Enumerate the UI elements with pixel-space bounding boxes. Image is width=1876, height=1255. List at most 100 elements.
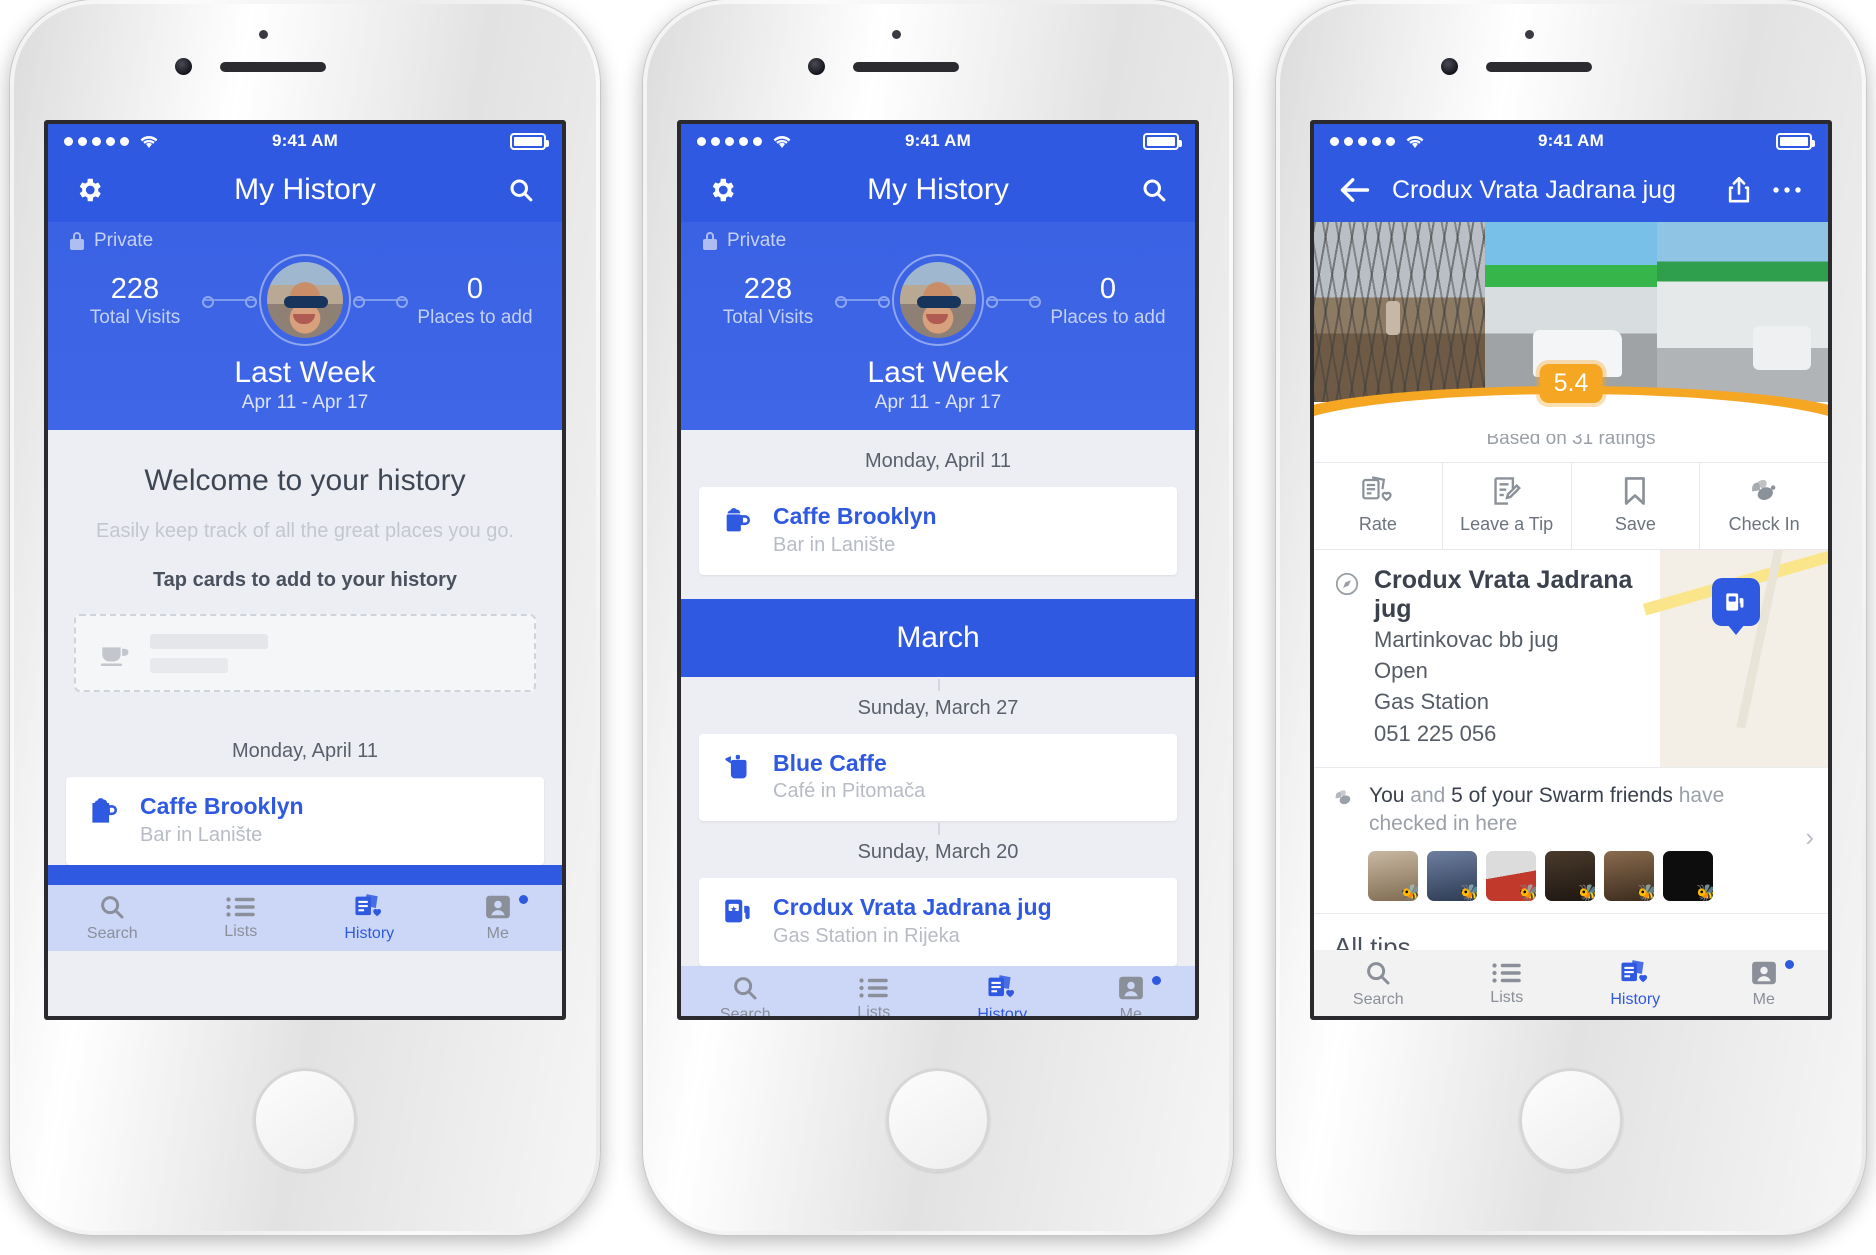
day-label: Sunday, March 27 bbox=[681, 677, 1195, 734]
back-arrow-icon[interactable] bbox=[1334, 169, 1376, 211]
friend-avatar[interactable]: 🐝 bbox=[1427, 850, 1477, 901]
history-card[interactable]: Blue Caffe Café in Pitomača bbox=[699, 733, 1177, 822]
history-card[interactable]: Caffe Brooklyn Bar in Lanište bbox=[699, 487, 1177, 575]
person-card-icon bbox=[1118, 977, 1143, 1000]
tab-lists[interactable]: Lists bbox=[810, 966, 939, 1016]
friend-avatar[interactable]: 🐝 bbox=[1604, 850, 1654, 901]
profile-stats-header: Private 228 Total Visits 0 Places to add… bbox=[681, 222, 1195, 430]
page-title: My History bbox=[867, 173, 1009, 206]
tab-history[interactable]: History bbox=[1571, 950, 1700, 1016]
person-card-icon bbox=[1751, 961, 1776, 984]
phone-3-tabbar: Search Lists History Me bbox=[1314, 950, 1828, 1016]
friend-avatar[interactable]: 🐝 bbox=[1545, 850, 1595, 901]
beer-mug-icon bbox=[726, 508, 751, 532]
tab-me[interactable]: Me bbox=[1067, 966, 1196, 1020]
tab-history[interactable]: History bbox=[305, 885, 434, 951]
venue-photo-3[interactable] bbox=[1656, 222, 1828, 402]
tab-lists[interactable]: Lists bbox=[177, 885, 306, 951]
privacy-indicator: Private bbox=[681, 228, 1195, 252]
front-camera bbox=[808, 58, 825, 75]
gear-icon[interactable] bbox=[701, 169, 743, 211]
avatar[interactable] bbox=[892, 254, 984, 346]
status-bar: 9:41 AM bbox=[48, 124, 562, 158]
status-time: 9:41 AM bbox=[272, 131, 338, 150]
profile-stats-header: Private 228 Total Visits 0 Places to add… bbox=[48, 222, 562, 430]
venue-details[interactable]: Crodux Vrata Jadrana jug Martinkovac bb … bbox=[1314, 550, 1828, 767]
tab-me-label: Me bbox=[1119, 1006, 1142, 1020]
venue-address: Martinkovac bb jug bbox=[1374, 627, 1559, 652]
venue-status: Open bbox=[1374, 658, 1428, 684]
chevron-right-icon[interactable]: › bbox=[1805, 822, 1814, 853]
tab-history[interactable]: History bbox=[938, 966, 1067, 1020]
rating-score-badge[interactable]: 5.4 bbox=[1539, 364, 1603, 403]
total-visits-value: 228 bbox=[743, 272, 793, 305]
swarm-bee-icon bbox=[1335, 790, 1351, 805]
front-camera bbox=[175, 58, 192, 75]
tab-me[interactable]: Me bbox=[1700, 950, 1829, 1016]
action-save[interactable]: Save bbox=[1572, 463, 1701, 549]
more-dots-icon[interactable] bbox=[1766, 169, 1808, 211]
friend-avatar[interactable]: 🐝 bbox=[1663, 850, 1713, 901]
action-leave-a-tip[interactable]: Leave a Tip bbox=[1443, 463, 1572, 549]
phone-1-screen: 9:41 AM My History Private 228 Total Vis… bbox=[44, 120, 566, 1020]
friend-avatar[interactable]: 🐝 bbox=[1486, 850, 1536, 901]
bee-badge-icon: 🐝 bbox=[1401, 883, 1418, 901]
sensor-dot bbox=[892, 30, 901, 39]
venue-action-bar: Rate Leave a Tip Save Check In bbox=[1314, 462, 1828, 550]
search-icon bbox=[1367, 961, 1390, 984]
action-rate[interactable]: Rate bbox=[1314, 463, 1443, 549]
notification-badge bbox=[1150, 973, 1163, 987]
phone-2: 9:41 AM My History Private 228 Total Vis… bbox=[643, 0, 1233, 1235]
status-bar: 9:41 AM bbox=[1314, 124, 1828, 158]
total-visits-label: Total Visits bbox=[722, 307, 814, 329]
venue-photo-1[interactable] bbox=[1314, 222, 1486, 402]
history-card[interactable]: Crodux Vrata Jadrana jug Gas Station in … bbox=[699, 878, 1177, 966]
week-range: Apr 11 - Apr 17 bbox=[874, 392, 1002, 413]
search-icon[interactable] bbox=[500, 169, 542, 211]
share-icon[interactable] bbox=[1718, 169, 1760, 211]
home-button[interactable] bbox=[1519, 1068, 1623, 1172]
placeholder-card[interactable] bbox=[74, 614, 536, 692]
venue-subtitle: Bar in Lanište bbox=[773, 533, 896, 556]
total-visits-stat: 228 Total Visits bbox=[70, 271, 200, 329]
home-button[interactable] bbox=[253, 1068, 357, 1172]
battery-icon bbox=[1776, 132, 1815, 150]
avatar[interactable] bbox=[259, 254, 351, 346]
home-button[interactable] bbox=[886, 1068, 990, 1172]
friends-checkin-section[interactable]: You and 5 of your Swarm friends have che… bbox=[1314, 766, 1828, 913]
venue-name: Caffe Brooklyn bbox=[773, 503, 937, 529]
search-icon[interactable] bbox=[1133, 169, 1175, 211]
friend-avatars[interactable]: 🐝 🐝 🐝 🐝 🐝 🐝 bbox=[1332, 850, 1810, 901]
phone-1-tabbar: Search Lists History Me bbox=[48, 884, 563, 951]
places-to-add-value: 0 bbox=[1099, 272, 1117, 305]
tab-search[interactable]: Search bbox=[1314, 950, 1443, 1016]
placeholder-lines bbox=[150, 633, 268, 673]
page-title: Crodux Vrata Jadrana jug bbox=[1392, 175, 1676, 204]
gear-icon[interactable] bbox=[68, 169, 110, 211]
stat-connector-right bbox=[986, 296, 1041, 308]
list-icon bbox=[859, 978, 888, 998]
history-heart-icon bbox=[988, 975, 1015, 998]
page-title: My History bbox=[234, 173, 376, 206]
places-to-add-stat: 0 Places to add bbox=[410, 271, 540, 329]
phone-2-content[interactable]: Monday, April 11 Caffe Brooklyn Bar in L… bbox=[681, 430, 1195, 966]
venue-title: Crodux Vrata Jadrana jug bbox=[1374, 566, 1633, 623]
friend-avatar[interactable]: 🐝 bbox=[1368, 850, 1418, 901]
mini-map[interactable] bbox=[1660, 550, 1828, 767]
phone-2-tabbar: Search Lists History Me bbox=[681, 965, 1196, 1020]
tab-me[interactable]: Me bbox=[434, 885, 563, 951]
tab-search-label: Search bbox=[719, 1006, 771, 1020]
earpiece-speaker bbox=[1486, 62, 1592, 72]
venue-phone[interactable]: 051 225 056 bbox=[1374, 718, 1660, 749]
notification-badge bbox=[1783, 958, 1796, 971]
tab-history-label: History bbox=[977, 1006, 1028, 1020]
tab-search[interactable]: Search bbox=[48, 885, 177, 951]
tab-lists[interactable]: Lists bbox=[1443, 950, 1572, 1016]
list-icon bbox=[1492, 962, 1521, 983]
status-time: 9:41 AM bbox=[905, 131, 971, 150]
history-card[interactable]: Caffe Brooklyn Bar in Lanište bbox=[66, 777, 544, 865]
phone-2-screen: 9:41 AM My History Private 228 Total Vis… bbox=[677, 120, 1199, 1020]
phone-1-content[interactable]: Welcome to your history Easily keep trac… bbox=[48, 430, 562, 865]
tab-search[interactable]: Search bbox=[681, 966, 810, 1020]
action-check-in[interactable]: Check In bbox=[1700, 463, 1828, 549]
